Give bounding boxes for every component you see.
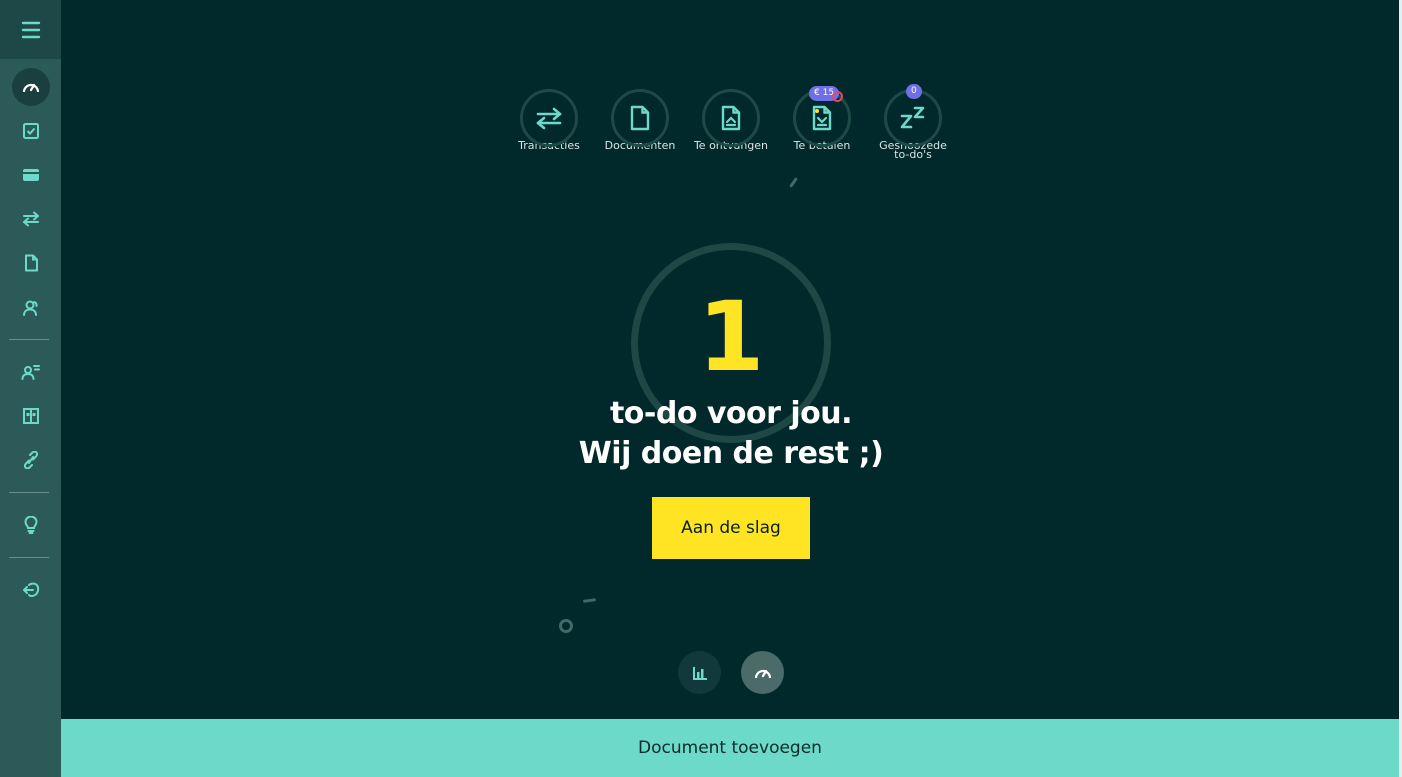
count-badge: 0: [906, 84, 922, 99]
sidebar-divider: [9, 492, 49, 493]
top-nav-circle: € 15: [793, 86, 851, 147]
sidebar-item-dashboard[interactable]: [12, 68, 50, 106]
sidebar-item-documents[interactable]: [12, 244, 50, 282]
snooze-icon: [899, 105, 927, 131]
top-nav-circle: 0: [884, 84, 942, 147]
sidebar-item-users[interactable]: [12, 353, 50, 391]
hamburger-icon: [21, 21, 41, 39]
speedometer-icon: [754, 665, 772, 681]
top-nav-circle: [520, 89, 578, 147]
sidebar-item-todos[interactable]: [12, 112, 50, 150]
people-icon: [22, 299, 40, 317]
top-nav-circle: [702, 89, 760, 147]
sidebar-item-links[interactable]: [12, 441, 50, 479]
link-icon: [23, 451, 39, 469]
decorative-circle: [559, 619, 573, 633]
bar-chart-icon: [691, 665, 709, 681]
sidebar-item-store[interactable]: [12, 397, 50, 435]
logout-icon: [22, 582, 40, 598]
lightbulb-icon: [24, 516, 38, 534]
todo-count: 1: [697, 281, 765, 393]
sidebar-divider: [9, 339, 49, 340]
sidebar-item-logout[interactable]: [12, 571, 50, 609]
credit-card-icon: [22, 167, 40, 183]
headline-line-1: to-do voor jou.: [609, 396, 853, 431]
menu-button[interactable]: [0, 0, 61, 59]
top-nav-circle: [611, 89, 669, 147]
speedometer-icon: [22, 79, 40, 95]
sidebar-divider: [9, 557, 49, 558]
document-icon: [23, 254, 39, 272]
pay-document-icon: [811, 105, 833, 131]
document-icon: [629, 105, 651, 131]
sidebar-item-transactions[interactable]: [12, 200, 50, 238]
sidebar-item-contacts[interactable]: [12, 289, 50, 327]
add-document-button[interactable]: Document toevoegen: [61, 719, 1399, 777]
top-nav-te-betalen[interactable]: € 15 Te betalen: [776, 86, 868, 169]
receive-document-icon: [720, 105, 742, 131]
decorative-dash: [789, 177, 798, 188]
decorative-dash: [582, 598, 597, 603]
checkbox-icon: [22, 122, 40, 140]
sidebar: [0, 0, 61, 777]
top-nav-te-ontvangen[interactable]: Te ontvangen: [685, 89, 777, 169]
arrows-swap-icon: [535, 106, 563, 130]
arrows-swap-icon: [22, 211, 40, 227]
sidebar-item-cards[interactable]: [12, 156, 50, 194]
dashboard-view-button[interactable]: [741, 651, 784, 694]
top-nav-transacties[interactable]: Transacties: [503, 89, 595, 169]
top-nav-gesnoozede[interactable]: 0 Gesnoozede to-do's: [867, 84, 959, 169]
get-started-button[interactable]: Aan de slag: [652, 497, 810, 559]
sidebar-item-tips[interactable]: [12, 506, 50, 544]
chart-view-button[interactable]: [678, 651, 721, 694]
top-nav-documenten[interactable]: Documenten: [594, 89, 686, 169]
headline: to-do voor jou. Wij doen de rest ;): [480, 394, 982, 474]
headline-line-2: Wij doen de rest ;): [578, 436, 884, 471]
user-list-icon: [21, 363, 41, 381]
store-icon: [22, 407, 40, 425]
notification-dot: [832, 91, 843, 102]
add-document-label: Document toevoegen: [638, 738, 822, 758]
